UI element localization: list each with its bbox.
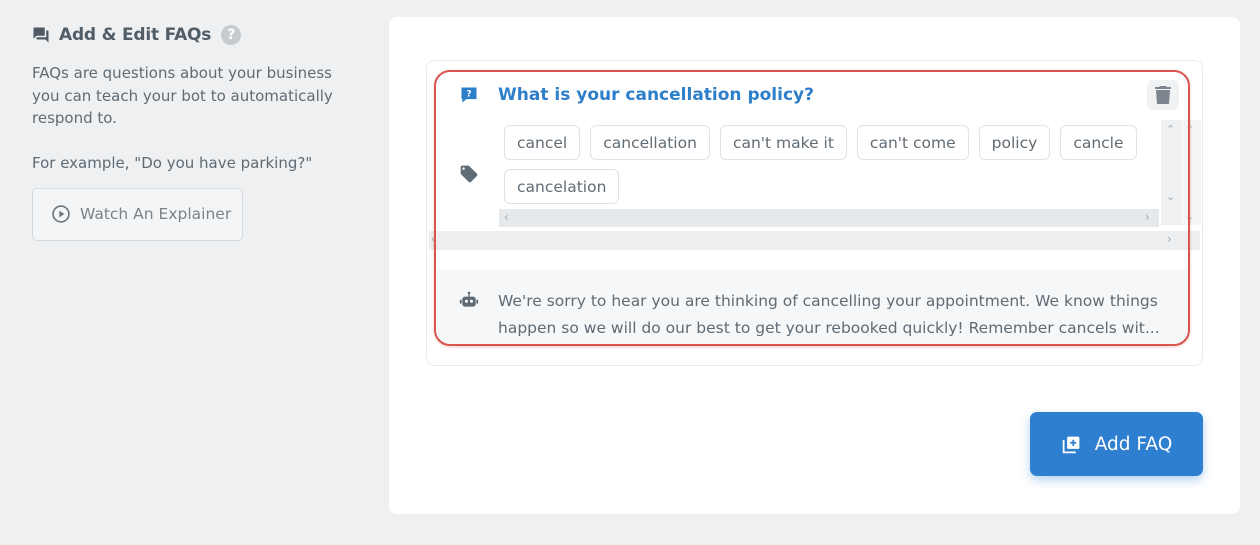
tags-vertical-scrollbar[interactable]: ⌃ ⌄ [1161, 120, 1181, 225]
chat-icon [33, 27, 49, 43]
tag-chip[interactable]: can't make it [719, 125, 847, 160]
tag-list: cancel cancellation can't make it can't … [504, 125, 1159, 204]
sidebar-header: Add & Edit FAQs ? [32, 22, 362, 48]
scroll-left-arrow[interactable]: ‹ [431, 232, 436, 246]
watch-explainer-label: Watch An Explainer [80, 205, 232, 223]
add-faq-button[interactable]: Add FAQ [1030, 412, 1203, 476]
tag-chip[interactable]: cancellation [590, 125, 710, 160]
watch-explainer-button[interactable]: Watch An Explainer [32, 187, 243, 241]
scroll-right-arrow[interactable]: › [1145, 210, 1150, 224]
page-title: Add & Edit FAQs [59, 25, 212, 45]
scroll-up-arrow[interactable]: ⌃ [1166, 123, 1175, 136]
tag-chip[interactable]: can't come [856, 125, 969, 160]
question-bubble-icon: ? [461, 87, 477, 103]
tag-icon [460, 165, 478, 183]
trash-icon [1155, 86, 1171, 104]
tags-horizontal-scrollbar[interactable]: ‹ › [499, 209, 1159, 227]
tag-chip[interactable]: policy [978, 125, 1051, 160]
faq-question[interactable]: What is your cancellation policy? [498, 85, 814, 105]
robot-icon [459, 291, 479, 307]
tag-chip[interactable]: cancelation [504, 169, 620, 204]
card-vertical-scrollbar[interactable]: ⌃ ⌄ [1181, 120, 1201, 225]
scroll-left-arrow[interactable]: ‹ [504, 210, 509, 224]
scroll-down-arrow[interactable]: ⌄ [1166, 190, 1175, 203]
add-faq-label: Add FAQ [1094, 433, 1173, 455]
delete-faq-button[interactable] [1147, 80, 1179, 110]
question-row[interactable]: ? What is your cancellation policy? [459, 81, 814, 109]
svg-text:?: ? [466, 89, 471, 100]
tag-chip[interactable]: cancle [1060, 125, 1137, 160]
card-horizontal-scrollbar[interactable]: ‹ › [429, 231, 1200, 250]
faq-answer[interactable]: We're sorry to hear you are thinking of … [498, 288, 1168, 342]
sidebar-example: For example, "Do you have parking?" [32, 153, 313, 172]
scroll-right-arrow[interactable]: › [1167, 232, 1172, 246]
scroll-up-arrow[interactable]: ⌃ [1185, 123, 1194, 136]
add-box-icon [1062, 436, 1080, 453]
sidebar-description: FAQs are questions about your business y… [32, 64, 333, 127]
help-icon[interactable]: ? [221, 25, 242, 45]
play-circle-icon [52, 205, 70, 223]
sidebar: Add & Edit FAQs ? FAQs are questions abo… [32, 22, 362, 241]
scroll-down-arrow[interactable]: ⌄ [1185, 210, 1194, 223]
tag-chip[interactable]: cancel [504, 125, 581, 160]
faq-panel: ? What is your cancellation policy? canc… [389, 17, 1240, 514]
